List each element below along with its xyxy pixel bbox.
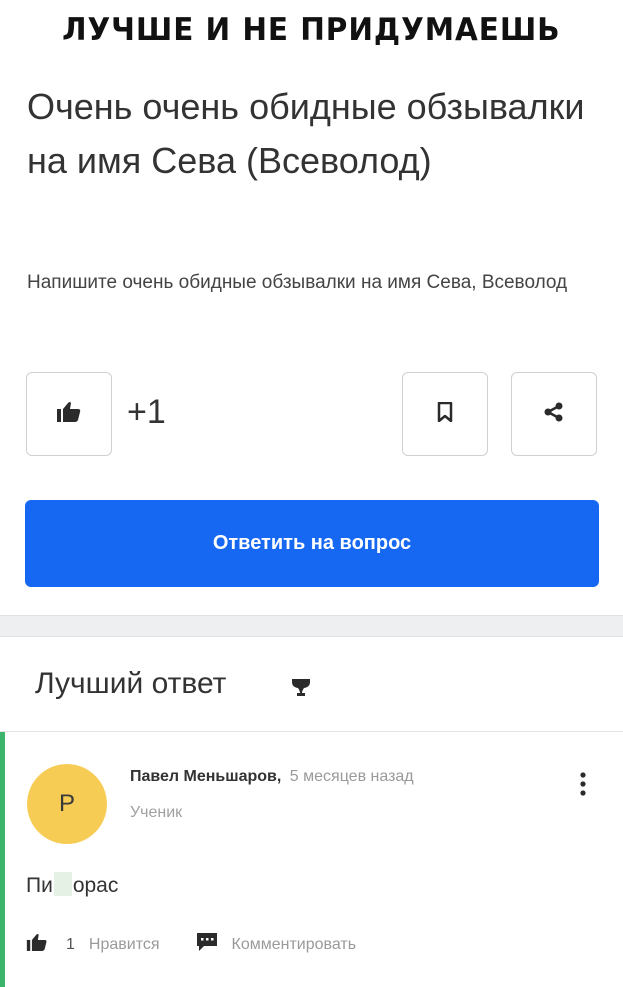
answer-text-end: орас xyxy=(72,874,119,897)
censor-block xyxy=(53,872,72,896)
avatar-letter: P xyxy=(58,790,75,817)
meme-caption: ЛУЧШЕ И НЕ ПРИДУМАЕШЬ xyxy=(0,0,623,60)
answer-meta: Павел Меньшаров, 5 месяцев назад xyxy=(130,768,414,786)
answer-text-start: Пи xyxy=(26,874,53,897)
share-button[interactable] xyxy=(511,372,597,456)
section-divider xyxy=(0,615,623,637)
best-answer-heading: Лучший ответ xyxy=(35,667,227,700)
thumbs-up-icon xyxy=(56,401,82,428)
more-options-button[interactable] xyxy=(570,768,596,804)
answer-like-label: Нравится xyxy=(88,935,160,953)
question-description: Напишите очень обидные обзывалки на имя … xyxy=(27,272,568,293)
best-answer-header: Лучший ответ xyxy=(0,637,623,732)
share-icon xyxy=(543,402,565,427)
bookmark-button[interactable] xyxy=(402,372,488,456)
author-rank: Ученик xyxy=(130,804,183,821)
more-vertical-icon xyxy=(580,771,586,801)
answer-comment-button[interactable]: Комментировать xyxy=(196,932,357,957)
best-answer: P Павел Меньшаров, 5 месяцев назад Учени… xyxy=(0,732,623,987)
post-time: 5 месяцев назад xyxy=(289,768,414,785)
like-button[interactable] xyxy=(26,372,112,456)
question-like-count: +1 xyxy=(127,393,166,431)
question-title: Очень очень обидные обзывалки на имя Сев… xyxy=(27,86,585,181)
trophy-icon xyxy=(289,677,313,706)
bookmark-icon xyxy=(437,401,453,427)
thumbs-up-icon xyxy=(26,933,48,957)
answer-text: Пи орас xyxy=(26,872,118,898)
answer-question-button[interactable]: Ответить на вопрос xyxy=(25,500,599,587)
avatar[interactable]: P xyxy=(27,764,107,844)
answer-actions: 1 Нравится Комментировать xyxy=(26,932,356,957)
question-card: Очень очень обидные обзывалки на имя Сев… xyxy=(0,60,623,615)
answer-comment-label: Комментировать xyxy=(231,935,357,953)
answer-like-button[interactable]: 1 Нравится xyxy=(26,933,160,957)
answer-like-count: 1 xyxy=(66,935,75,953)
author-name[interactable]: Павел Меньшаров, xyxy=(130,768,281,785)
best-answer-accent-bar xyxy=(0,732,5,987)
meme-caption-text: ЛУЧШЕ И НЕ ПРИДУМАЕШЬ xyxy=(62,12,561,48)
comment-icon xyxy=(196,932,218,957)
